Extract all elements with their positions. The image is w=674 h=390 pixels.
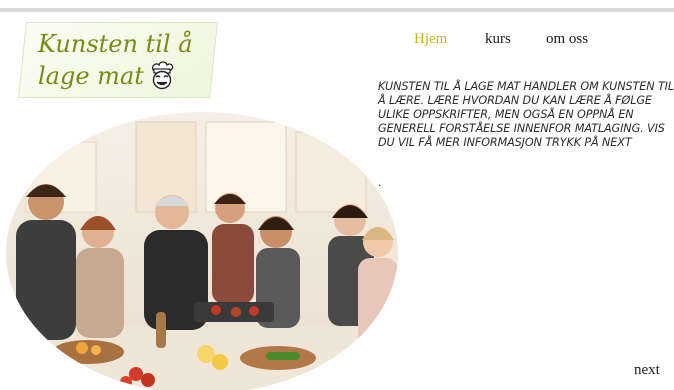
next-link[interactable]: next: [634, 362, 660, 379]
hero-image: [6, 112, 398, 390]
nav-link-kurs[interactable]: kurs: [485, 30, 511, 48]
chef-face-icon: [151, 61, 174, 90]
main-nav: Hjem kurs om oss: [0, 30, 674, 50]
nav-link-om-oss[interactable]: om oss: [546, 30, 588, 48]
intro-trailing-dot: .: [378, 176, 382, 189]
logo-line-2: lage mat: [38, 62, 144, 90]
top-divider: [0, 8, 674, 12]
intro-text: KUNSTEN TIL Å LAGE MAT HANDLER OM KUNSTE…: [378, 80, 674, 149]
nav-link-hjem[interactable]: Hjem: [414, 30, 447, 48]
group-cooking-photo: [6, 112, 398, 390]
